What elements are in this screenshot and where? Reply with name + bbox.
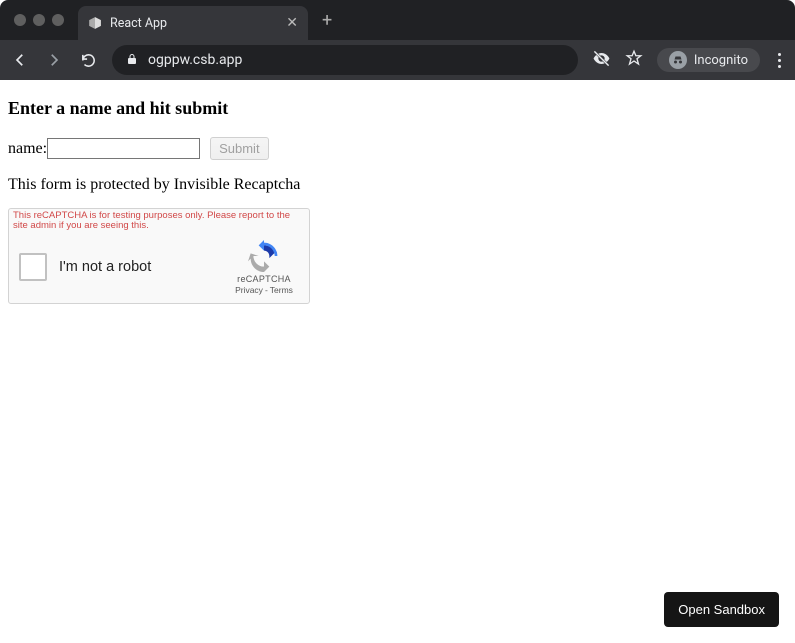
bookmark-star-icon[interactable] [625, 49, 643, 71]
browser-chrome: React App ✕ + ogppw.csb.app [0, 0, 795, 80]
name-input[interactable] [47, 138, 200, 159]
window-controls[interactable] [0, 14, 78, 26]
recaptcha-body: I'm not a robot reCAPTCHA Privacy-Terms [9, 232, 309, 303]
name-label: name: [8, 140, 47, 158]
recaptcha-branding: reCAPTCHA Privacy-Terms [229, 240, 299, 295]
address-bar[interactable]: ogppw.csb.app [112, 45, 578, 75]
recaptcha-brand: reCAPTCHA [237, 274, 291, 284]
browser-menu-button[interactable] [774, 53, 785, 68]
recaptcha-links: Privacy-Terms [235, 285, 293, 295]
incognito-label: Incognito [694, 53, 748, 68]
address-text: ogppw.csb.app [148, 52, 242, 68]
tab-title: React App [110, 16, 278, 31]
incognito-icon [669, 51, 687, 69]
minimize-window-dot[interactable] [33, 14, 45, 26]
recaptcha-text: I'm not a robot [59, 259, 229, 275]
recaptcha-widget: This reCAPTCHA is for testing purposes o… [8, 208, 310, 304]
browser-toolbar: ogppw.csb.app Incognito [0, 40, 795, 80]
tab-favicon-icon [88, 16, 102, 30]
tab-close-icon[interactable]: ✕ [286, 15, 298, 31]
browser-tab[interactable]: React App ✕ [78, 6, 308, 40]
toolbar-right: Incognito [592, 48, 785, 72]
recaptcha-warning: This reCAPTCHA is for testing purposes o… [9, 209, 309, 232]
recaptcha-checkbox[interactable] [19, 253, 47, 281]
recaptcha-logo-icon [248, 240, 280, 272]
maximize-window-dot[interactable] [52, 14, 64, 26]
eye-off-icon[interactable] [592, 49, 611, 72]
recaptcha-terms-link[interactable]: Terms [270, 285, 293, 295]
submit-button[interactable]: Submit [210, 137, 268, 160]
lock-icon [126, 53, 138, 68]
back-button[interactable] [10, 50, 30, 70]
reload-button[interactable] [78, 50, 98, 70]
close-window-dot[interactable] [14, 14, 26, 26]
open-sandbox-button[interactable]: Open Sandbox [664, 592, 779, 627]
form-row: name: Submit [8, 137, 787, 160]
forward-button[interactable] [44, 50, 64, 70]
titlebar: React App ✕ + [0, 0, 795, 40]
protection-note: This form is protected by Invisible Reca… [8, 176, 787, 194]
new-tab-button[interactable]: + [322, 10, 332, 31]
page-content: Enter a name and hit submit name: Submit… [0, 80, 795, 312]
incognito-badge[interactable]: Incognito [657, 48, 760, 72]
page-heading: Enter a name and hit submit [8, 98, 787, 119]
recaptcha-privacy-link[interactable]: Privacy [235, 285, 263, 295]
